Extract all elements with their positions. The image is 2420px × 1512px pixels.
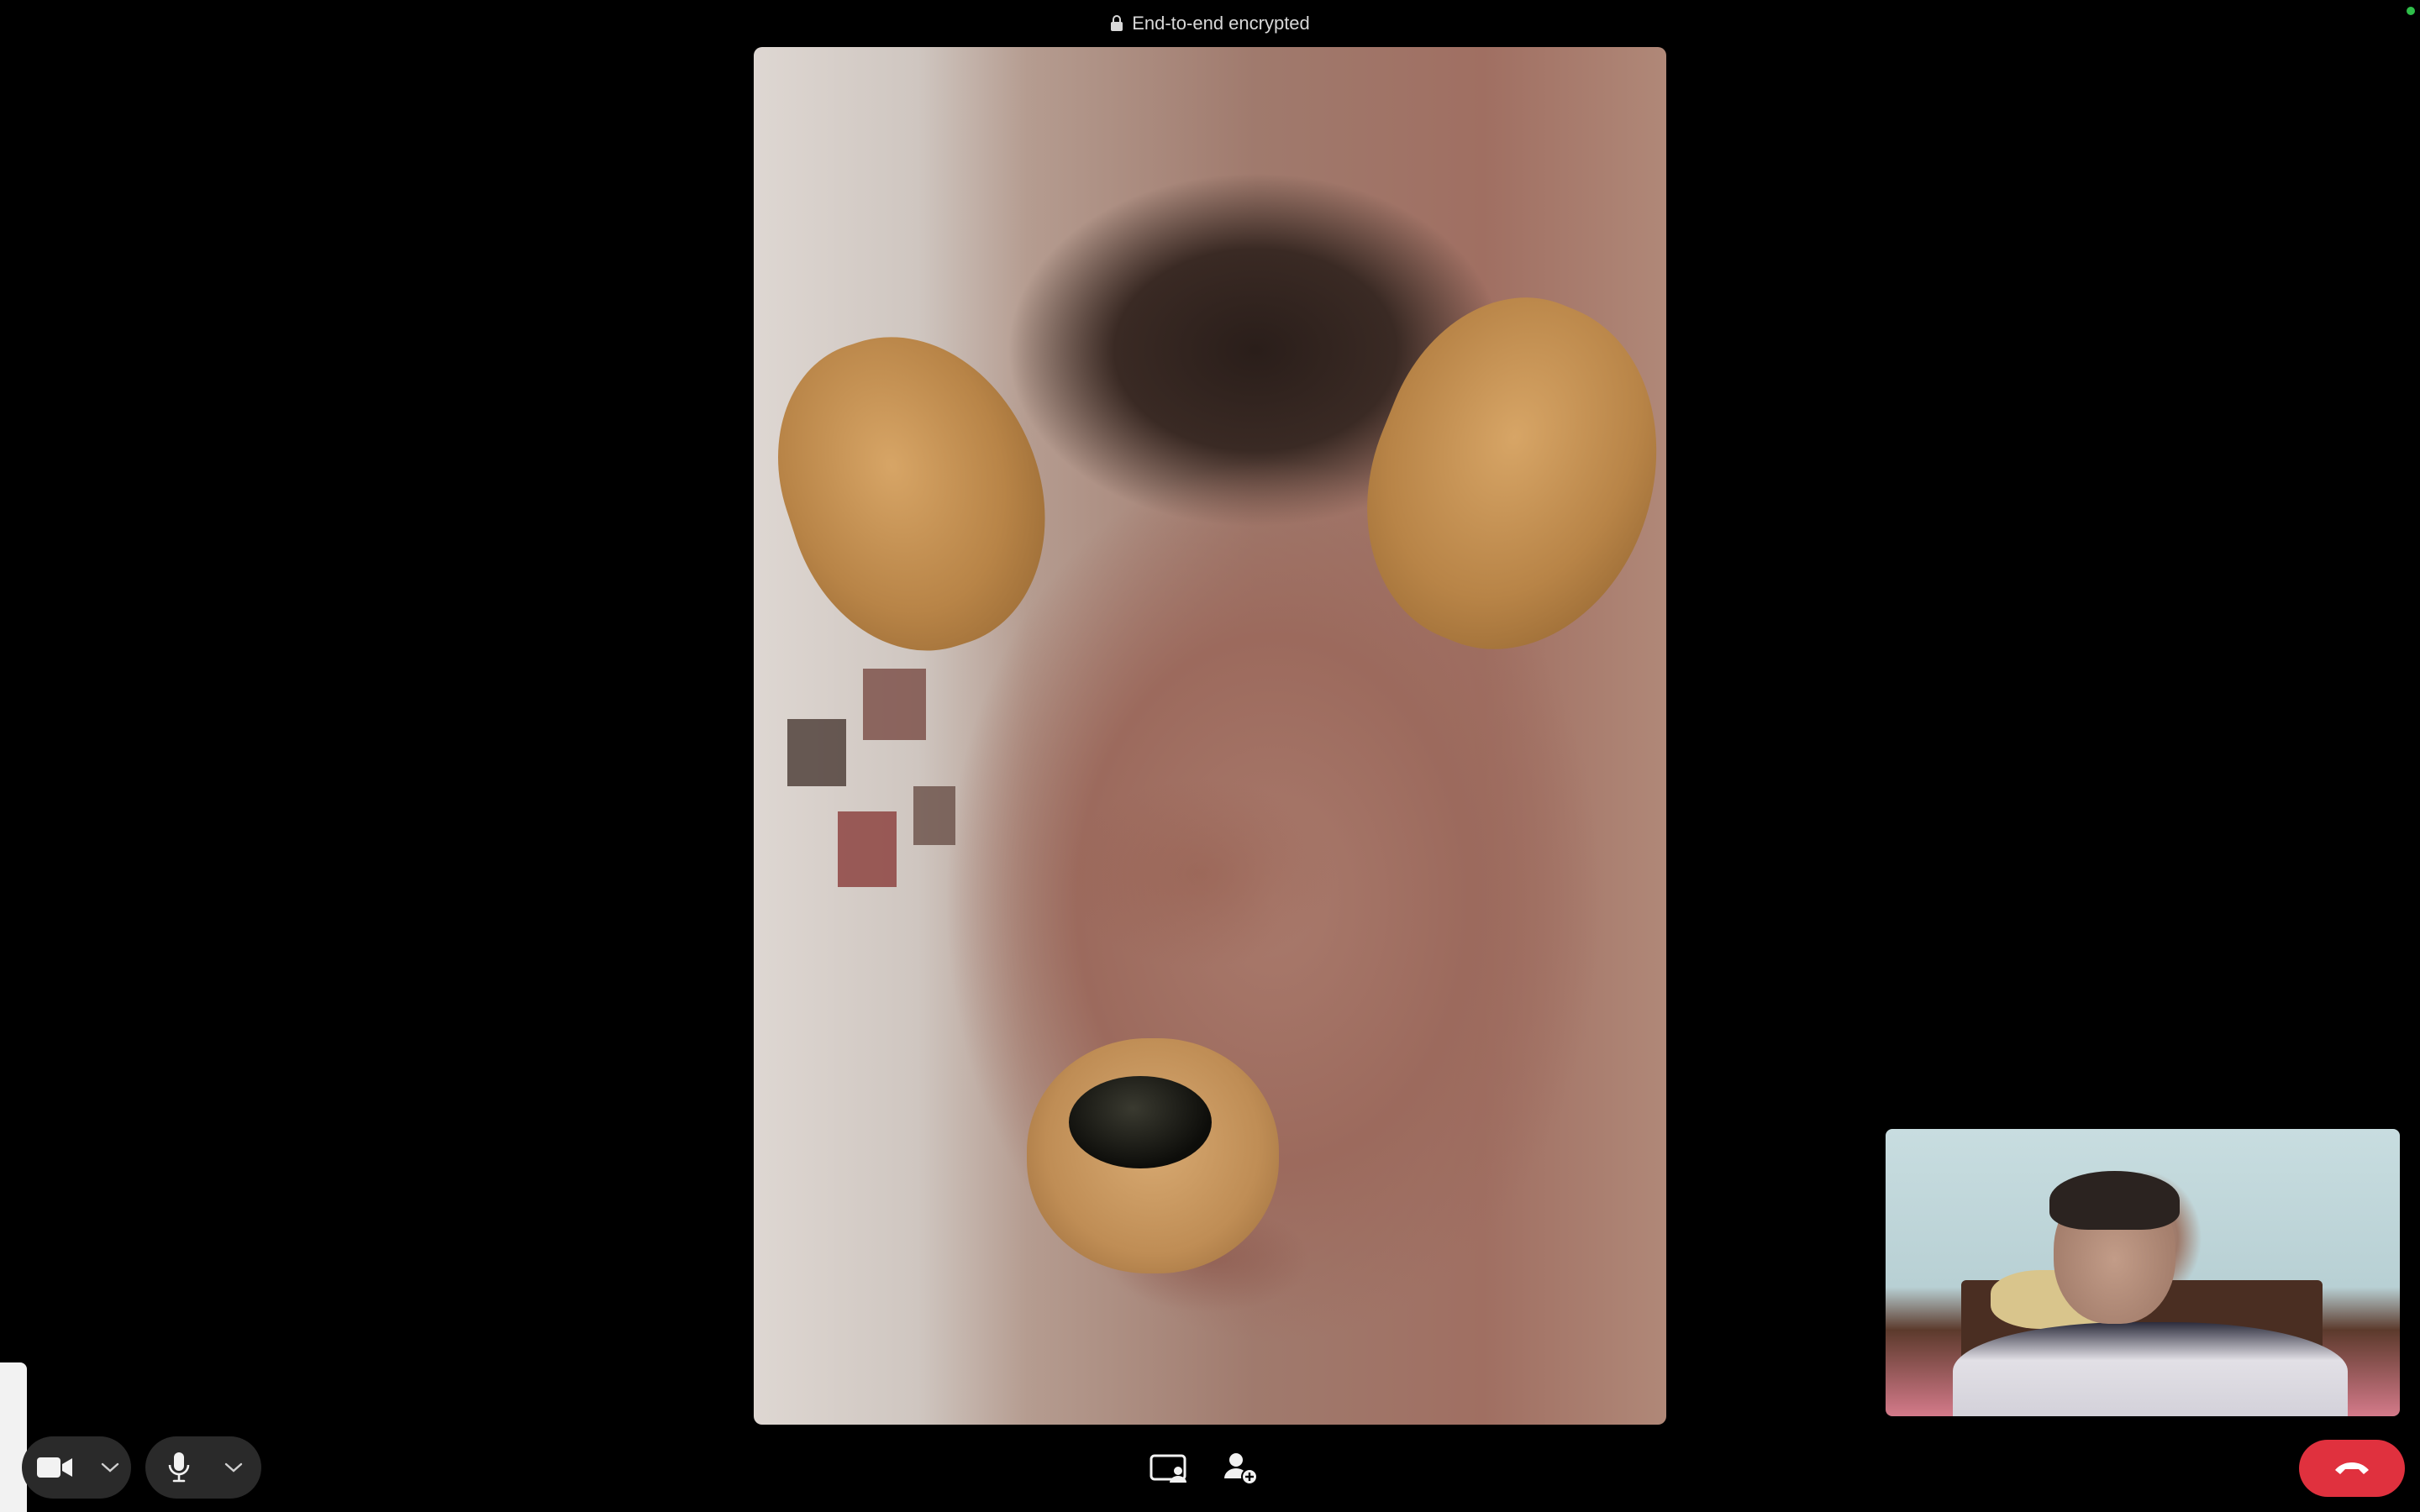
remote-participant-video[interactable] [754, 47, 1666, 1425]
self-view-video[interactable] [1886, 1129, 2400, 1416]
video-call-window: End-to-end encrypted [0, 0, 2420, 1512]
status-indicator [2407, 7, 2415, 15]
phone-hangup-icon [2335, 1462, 2369, 1474]
dog-nose-filter [1069, 1076, 1212, 1168]
microphone-control-group [145, 1436, 261, 1499]
center-controls [1143, 1441, 1267, 1495]
share-screen-button[interactable] [1143, 1441, 1197, 1495]
video-camera-icon [37, 1457, 72, 1478]
screen-share-icon [1150, 1454, 1186, 1483]
background-wall-photos [779, 635, 955, 912]
camera-control-group [22, 1436, 131, 1499]
end-call-button[interactable] [2299, 1440, 2405, 1497]
call-header: End-to-end encrypted [0, 0, 2420, 47]
dog-ear-left-filter [754, 301, 1083, 684]
camera-options-button[interactable] [89, 1436, 131, 1499]
add-participant-button[interactable] [1213, 1441, 1267, 1495]
self-view-person-body [1953, 1322, 2348, 1416]
lock-icon [1111, 15, 1123, 31]
dog-ear-right-filter [1319, 260, 1666, 691]
encryption-label: End-to-end encrypted [1132, 13, 1310, 34]
self-view-person-hair [2049, 1171, 2180, 1230]
microphone-toggle-button[interactable] [145, 1436, 213, 1499]
microphone-icon [168, 1452, 190, 1483]
chevron-down-icon [224, 1462, 243, 1473]
camera-toggle-button[interactable] [22, 1436, 89, 1499]
add-person-icon [1224, 1453, 1258, 1485]
microphone-options-button[interactable] [213, 1436, 255, 1499]
chevron-down-icon [101, 1462, 119, 1473]
